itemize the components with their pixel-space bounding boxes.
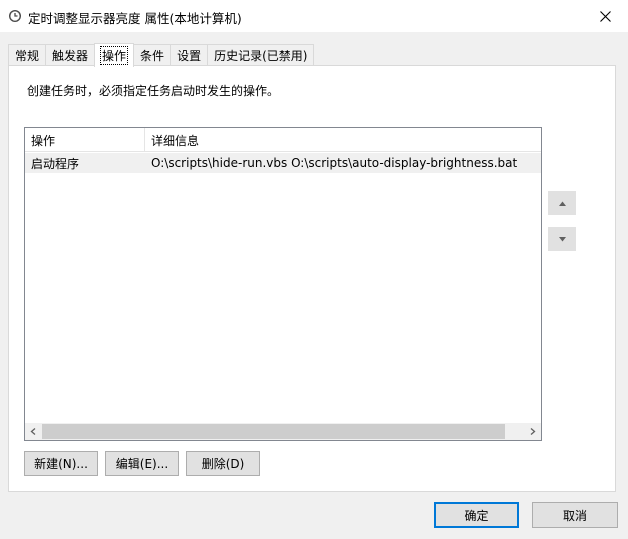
tab-general[interactable]: 常规 (8, 44, 47, 66)
list-header: 操作 详细信息 (25, 128, 541, 152)
triangle-down-icon (558, 236, 566, 241)
actions-list[interactable]: 操作 详细信息 启动程序 O:\scripts\hide-run.vbs O:\… (24, 127, 542, 441)
scroll-left-button[interactable] (25, 423, 42, 440)
ok-label: 确定 (464, 508, 489, 523)
delete-action-label: 删除(D) (201, 457, 245, 471)
tab-conditions[interactable]: 条件 (133, 44, 172, 66)
title-bar: 定时调整显示器亮度 属性(本地计算机) (0, 0, 628, 32)
new-action-label: 新建(N)... (34, 457, 88, 471)
tab-actions-label: 操作 (100, 46, 129, 65)
tab-history-label: 历史记录(已禁用) (214, 49, 308, 63)
tab-settings-label: 设置 (177, 49, 202, 63)
row-details-cell: O:\scripts\hide-run.vbs O:\scripts\auto-… (151, 156, 518, 170)
tab-history[interactable]: 历史记录(已禁用) (207, 44, 315, 66)
delete-action-button[interactable]: 删除(D) (186, 451, 260, 476)
cancel-label: 取消 (562, 508, 587, 523)
ok-button[interactable]: 确定 (434, 502, 519, 528)
tab-settings[interactable]: 设置 (170, 44, 209, 66)
scrollbar-thumb[interactable] (42, 424, 505, 439)
move-up-button[interactable] (548, 191, 576, 215)
tab-conditions-label: 条件 (140, 49, 165, 63)
close-button[interactable] (582, 0, 628, 32)
new-action-button[interactable]: 新建(N)... (24, 451, 98, 476)
horizontal-scrollbar[interactable] (25, 423, 541, 440)
column-header-details[interactable]: 详细信息 (145, 128, 541, 152)
close-icon (599, 10, 611, 22)
tab-general-label: 常规 (15, 49, 40, 63)
column-header-action[interactable]: 操作 (25, 128, 145, 152)
scroll-right-button[interactable] (524, 423, 541, 440)
cancel-button[interactable]: 取消 (532, 502, 618, 528)
chevron-left-icon (30, 428, 36, 435)
task-clock-icon (9, 10, 21, 22)
tab-strip: 常规 触发器 操作 条件 设置 历史记录(已禁用) (8, 43, 315, 67)
actions-description: 创建任务时，必须指定任务启动时发生的操作。 (27, 84, 280, 98)
move-down-button[interactable] (548, 227, 576, 251)
actions-tab-panel: 创建任务时，必须指定任务启动时发生的操作。 操作 详细信息 启动程序 O:\sc… (8, 65, 616, 492)
tab-triggers-label: 触发器 (52, 49, 89, 63)
window-title: 定时调整显示器亮度 属性(本地计算机) (28, 11, 242, 26)
tab-actions[interactable]: 操作 (94, 43, 135, 67)
edit-action-button[interactable]: 编辑(E)... (105, 451, 179, 476)
row-action-cell: 启动程序 (31, 156, 80, 171)
edit-action-label: 编辑(E)... (115, 457, 169, 471)
chevron-right-icon (530, 428, 536, 435)
table-row[interactable]: 启动程序 O:\scripts\hide-run.vbs O:\scripts\… (25, 153, 541, 173)
tab-triggers[interactable]: 触发器 (45, 44, 96, 66)
triangle-up-icon (558, 201, 566, 206)
